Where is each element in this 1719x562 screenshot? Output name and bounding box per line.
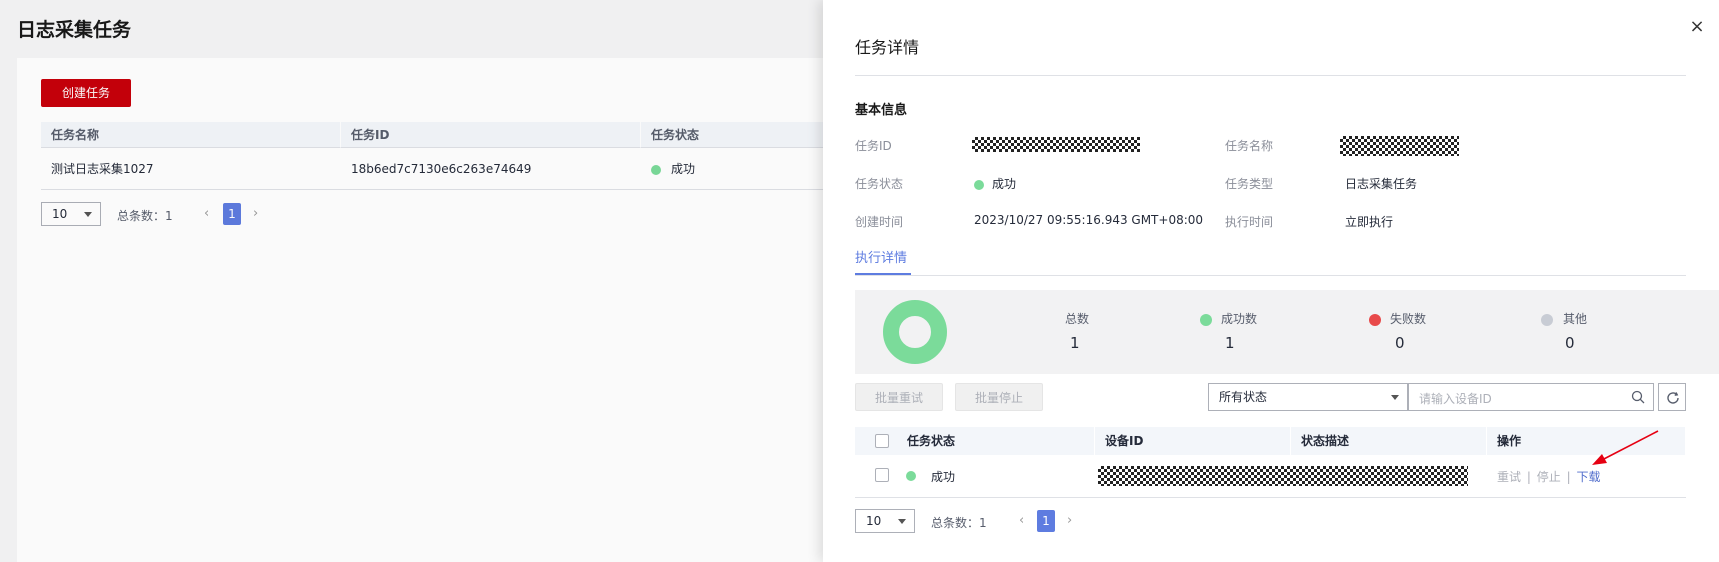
task-status-value: 成功 [974,175,1016,192]
column-header-status-label: 任务状态 [907,434,956,448]
row-divider [855,497,1686,498]
row-status-text: 成功 [931,470,956,484]
tab-exec-details[interactable]: 执行详情 [855,247,907,266]
task-type-label: 任务类型 [1225,177,1274,191]
task-status-text: 成功 [992,177,1017,191]
download-link[interactable]: 下载 [1576,470,1600,484]
row-checkbox[interactable] [875,468,889,482]
device-id-search-input[interactable]: 请输入设备ID [1408,383,1654,411]
tab-divider [855,275,1686,276]
total-count-value: 1 [979,516,987,530]
next-page-icon[interactable]: › [1067,513,1072,528]
status-filter-select[interactable]: 所有状态 [1208,383,1408,411]
chevron-down-icon [1391,395,1399,400]
failed-legend-dot [1369,314,1381,326]
stat-total-label: 总数 [1065,312,1090,326]
task-id-masked-value [972,137,1140,152]
task-detail-drawer: 任务详情 × 基本信息 任务ID 任务名称 任务状态 成功 任务类型 日志采集任… [823,0,1719,562]
created-time-value: 2023/10/27 09:55:16.943 GMT+08:00 [974,213,1204,227]
tab-active-indicator [855,273,911,275]
search-icon[interactable] [1631,390,1645,404]
stat-other-value: 0 [1565,334,1575,352]
success-legend-dot [1200,314,1212,326]
stat-failed-label: 失败数 [1390,312,1427,326]
task-id-label: 任务ID [855,139,892,153]
stat-failed-value: 0 [1395,334,1405,352]
success-status-dot [906,471,916,481]
retry-link[interactable]: 重试 [1497,470,1521,484]
action-separator: | [1566,470,1571,484]
column-header-status: 任务状态 [855,427,1095,455]
exec-time-label: 执行时间 [1225,215,1274,229]
exec-stats-panel: 总数 1 成功数 1 失败数 0 其他 0 [855,290,1719,374]
drawer-title: 任务详情 [855,38,920,57]
basic-info-heading: 基本信息 [855,103,908,118]
page-size-select[interactable]: 10 [855,509,915,533]
batch-stop-button[interactable]: 批量停止 [955,383,1043,411]
refresh-icon [1667,392,1679,404]
annotation-arrow-icon [1592,430,1659,465]
chevron-down-icon [898,519,906,524]
stat-success-label: 成功数 [1221,312,1258,326]
divider [855,75,1686,76]
donut-chart [883,300,947,364]
success-status-dot [974,179,984,190]
refresh-button[interactable] [1658,383,1686,411]
select-all-checkbox[interactable] [875,434,889,448]
column-header-status-desc: 状态描述 [1291,427,1487,455]
row-actions: 重试 | 停止 | 下载 [1497,468,1600,485]
batch-retry-button[interactable]: 批量重试 [855,383,943,411]
stop-link[interactable]: 停止 [1537,470,1561,484]
page-number-1[interactable]: 1 [1037,510,1055,532]
total-count-label: 总条数： [931,516,980,530]
created-time-label: 创建时间 [855,215,904,229]
other-legend-dot [1541,314,1553,326]
page-size-value: 10 [866,514,882,528]
status-filter-value: 所有状态 [1219,390,1268,404]
exec-time-value: 立即执行 [1345,215,1394,229]
stat-total-value: 1 [1070,334,1080,352]
task-name-masked-value [1340,136,1459,156]
device-id-masked-value [1098,466,1468,486]
column-header-device-id: 设备ID [1095,427,1291,455]
stat-success-value: 1 [1225,334,1235,352]
action-separator: | [1526,470,1531,484]
overlay-mask[interactable] [0,0,823,562]
task-status-label: 任务状态 [855,177,904,191]
close-icon[interactable]: × [1687,16,1707,37]
search-placeholder: 请输入设备ID [1419,392,1492,406]
prev-page-icon[interactable]: ‹ [1019,513,1024,528]
task-name-label: 任务名称 [1225,139,1274,153]
task-type-value: 日志采集任务 [1345,177,1418,191]
stat-other-label: 其他 [1563,312,1588,326]
total-count: 总条数：1 [931,514,987,531]
